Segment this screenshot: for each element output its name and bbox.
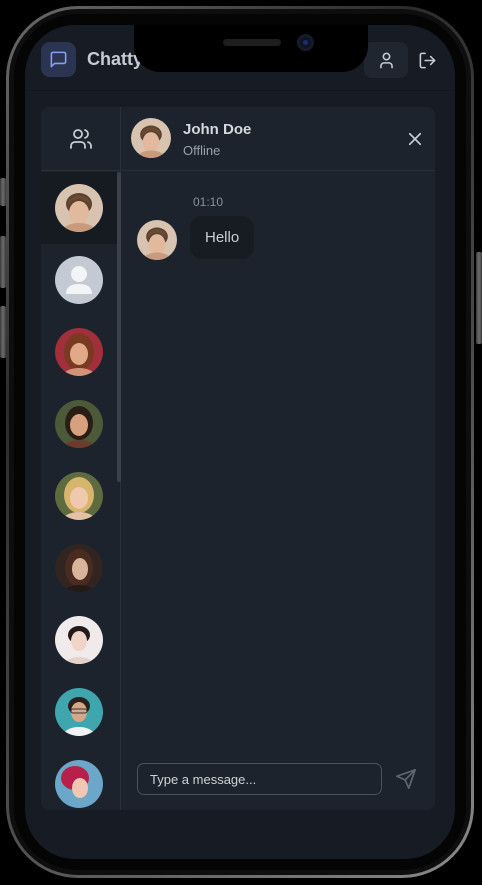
speaker bbox=[223, 39, 281, 46]
chat-container: John Doe Offline 01:10 Hello bbox=[41, 107, 435, 810]
message-input[interactable] bbox=[137, 763, 382, 795]
message-avatar bbox=[137, 220, 177, 260]
contact-item[interactable] bbox=[41, 532, 117, 604]
power-button[interactable] bbox=[476, 252, 482, 344]
avatar bbox=[55, 616, 103, 664]
notch bbox=[134, 25, 368, 72]
avatar bbox=[55, 688, 103, 736]
contact-item[interactable] bbox=[41, 604, 117, 676]
contact-item[interactable] bbox=[41, 388, 117, 460]
contact-name: John Doe bbox=[183, 121, 252, 138]
avatar bbox=[55, 544, 103, 592]
profile-button[interactable] bbox=[364, 42, 408, 78]
camera-icon bbox=[297, 34, 314, 51]
close-chat-button[interactable] bbox=[405, 129, 425, 149]
users-icon bbox=[70, 128, 92, 149]
user-icon bbox=[379, 52, 393, 68]
avatar bbox=[55, 328, 103, 376]
contact-item[interactable] bbox=[41, 244, 117, 316]
message-timestamp: 01:10 bbox=[193, 195, 224, 209]
avatar bbox=[55, 760, 103, 808]
app-screen: Chatty John Doe Offline 01:10 Hello Type… bbox=[25, 25, 455, 859]
send-icon bbox=[396, 769, 416, 789]
contacts-header bbox=[41, 107, 121, 171]
contact-list[interactable] bbox=[41, 172, 121, 810]
avatar bbox=[131, 118, 171, 158]
contacts-sidebar bbox=[41, 107, 121, 810]
contact-status: Offline bbox=[183, 143, 221, 158]
contact-item[interactable] bbox=[41, 748, 117, 810]
contact-item[interactable] bbox=[41, 316, 117, 388]
avatar bbox=[55, 184, 103, 232]
logout-button[interactable] bbox=[409, 42, 445, 78]
logout-icon bbox=[419, 52, 435, 68]
message-bubble: Hello bbox=[190, 216, 255, 259]
chat-header: John Doe Offline bbox=[122, 107, 435, 171]
contacts-scrollbar[interactable] bbox=[117, 172, 121, 482]
close-icon bbox=[408, 132, 422, 146]
default-user-icon bbox=[55, 256, 103, 304]
avatar bbox=[55, 400, 103, 448]
avatar bbox=[55, 472, 103, 520]
contact-item-john-doe[interactable] bbox=[41, 172, 117, 244]
contact-item[interactable] bbox=[41, 676, 117, 748]
contact-item[interactable] bbox=[41, 460, 117, 532]
send-button[interactable] bbox=[392, 765, 420, 793]
chat-bubble-icon[interactable] bbox=[41, 42, 76, 77]
phone-frame: Chatty John Doe Offline 01:10 Hello Type… bbox=[6, 6, 474, 878]
